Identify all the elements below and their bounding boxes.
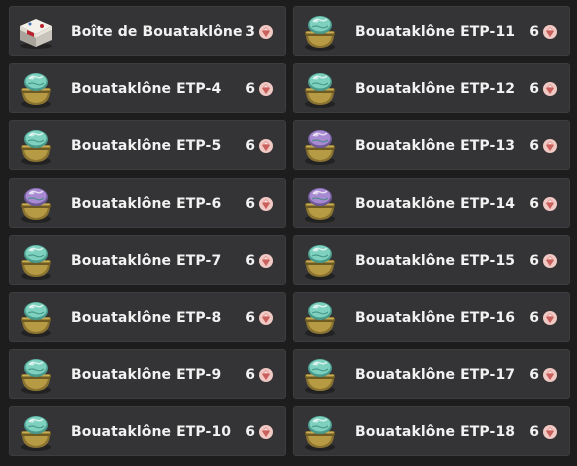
teal-dome-pot-icon <box>300 241 340 281</box>
item-column-right: Bouataklône ETP-11 6 Bouataklône ETP-12 6 <box>293 6 570 464</box>
item-quantity: 6 <box>529 195 539 212</box>
teal-dome-pot-icon <box>16 298 56 338</box>
pink-gem-icon <box>258 310 274 326</box>
pink-gem-icon <box>258 24 274 40</box>
item-name: Bouataklône ETP-8 <box>71 309 222 326</box>
item-name: Bouataklône ETP-15 <box>355 252 516 269</box>
item-card[interactable]: Bouataklône ETP-16 6 <box>293 291 570 342</box>
item-quantity: 6 <box>529 424 539 441</box>
item-column-left: Boîte de Bouataklône 3 Bouataklône ETP-4 6 <box>9 6 286 464</box>
purple-dome-pot-icon <box>300 184 340 224</box>
item-name: Bouataklône ETP-11 <box>355 24 516 40</box>
item-card[interactable]: Boîte de Bouataklône 3 <box>9 6 286 56</box>
item-name: Bouataklône ETP-12 <box>355 81 516 98</box>
item-name: Boîte de Bouataklône <box>71 24 243 40</box>
item-card[interactable]: Bouataklône ETP-18 6 <box>293 406 570 457</box>
item-name: Bouataklône ETP-7 <box>71 252 222 269</box>
item-name: Bouataklône ETP-13 <box>355 138 516 155</box>
item-card[interactable]: Bouataklône ETP-7 6 <box>9 234 286 285</box>
item-quantity: 3 <box>245 24 255 40</box>
teal-dome-pot-icon <box>16 126 56 166</box>
item-quantity: 6 <box>245 195 255 212</box>
item-quantity: 6 <box>529 24 539 40</box>
teal-dome-pot-icon <box>16 241 56 281</box>
item-card[interactable]: Bouataklône ETP-11 6 <box>293 6 570 56</box>
item-quantity: 6 <box>529 367 539 384</box>
item-name: Bouataklône ETP-14 <box>355 195 516 212</box>
pink-gem-icon <box>258 196 274 212</box>
pink-gem-icon <box>542 81 558 97</box>
item-quantity: 6 <box>245 81 255 98</box>
item-card[interactable]: Bouataklône ETP-17 6 <box>293 349 570 400</box>
item-name: Bouataklône ETP-10 <box>71 424 232 441</box>
pink-gem-icon <box>542 24 558 40</box>
purple-dome-pot-icon <box>300 126 340 166</box>
pink-gem-icon <box>542 424 558 440</box>
item-name: Bouataklône ETP-5 <box>71 138 222 155</box>
pink-gem-icon <box>542 138 558 154</box>
item-card[interactable]: Bouataklône ETP-14 6 <box>293 177 570 228</box>
pink-gem-icon <box>542 310 558 326</box>
item-name: Bouataklône ETP-4 <box>71 81 222 98</box>
pink-gem-icon <box>258 424 274 440</box>
item-name: Bouataklône ETP-17 <box>355 367 516 384</box>
item-quantity: 6 <box>529 252 539 269</box>
item-card[interactable]: Bouataklône ETP-8 6 <box>9 291 286 342</box>
pink-gem-icon <box>258 367 274 383</box>
teal-dome-pot-icon <box>16 355 56 395</box>
teal-dome-pot-icon <box>300 69 340 109</box>
pink-gem-icon <box>258 253 274 269</box>
teal-dome-pot-icon <box>300 412 340 452</box>
item-quantity: 6 <box>245 309 255 326</box>
item-quantity: 6 <box>245 138 255 155</box>
item-card[interactable]: Bouataklône ETP-15 6 <box>293 234 570 285</box>
item-name: Bouataklône ETP-18 <box>355 424 516 441</box>
teal-dome-pot-icon <box>300 355 340 395</box>
item-card[interactable]: Bouataklône ETP-5 6 <box>9 120 286 171</box>
item-card[interactable]: Bouataklône ETP-10 6 <box>9 406 286 457</box>
pink-gem-icon <box>258 81 274 97</box>
item-quantity: 6 <box>529 81 539 98</box>
item-grid: Boîte de Bouataklône 3 Bouataklône ETP-4 6 <box>0 0 577 466</box>
pink-gem-icon <box>542 367 558 383</box>
white-gift-box-icon <box>16 12 56 52</box>
item-name: Bouataklône ETP-6 <box>71 195 222 212</box>
item-name: Bouataklône ETP-9 <box>71 367 222 384</box>
pink-gem-icon <box>258 138 274 154</box>
teal-dome-pot-icon <box>300 12 340 52</box>
teal-dome-pot-icon <box>16 412 56 452</box>
item-card[interactable]: Bouataklône ETP-6 6 <box>9 177 286 228</box>
teal-dome-pot-icon <box>300 298 340 338</box>
item-quantity: 6 <box>245 367 255 384</box>
item-quantity: 6 <box>245 424 255 441</box>
pink-gem-icon <box>542 253 558 269</box>
item-card[interactable]: Bouataklône ETP-12 6 <box>293 63 570 114</box>
item-card[interactable]: Bouataklône ETP-9 6 <box>9 349 286 400</box>
item-card[interactable]: Bouataklône ETP-4 6 <box>9 63 286 114</box>
item-name: Bouataklône ETP-16 <box>355 309 516 326</box>
item-quantity: 6 <box>529 138 539 155</box>
pink-gem-icon <box>542 196 558 212</box>
purple-dome-pot-icon <box>16 184 56 224</box>
item-quantity: 6 <box>245 252 255 269</box>
teal-dome-pot-icon <box>16 69 56 109</box>
item-card[interactable]: Bouataklône ETP-13 6 <box>293 120 570 171</box>
item-quantity: 6 <box>529 309 539 326</box>
